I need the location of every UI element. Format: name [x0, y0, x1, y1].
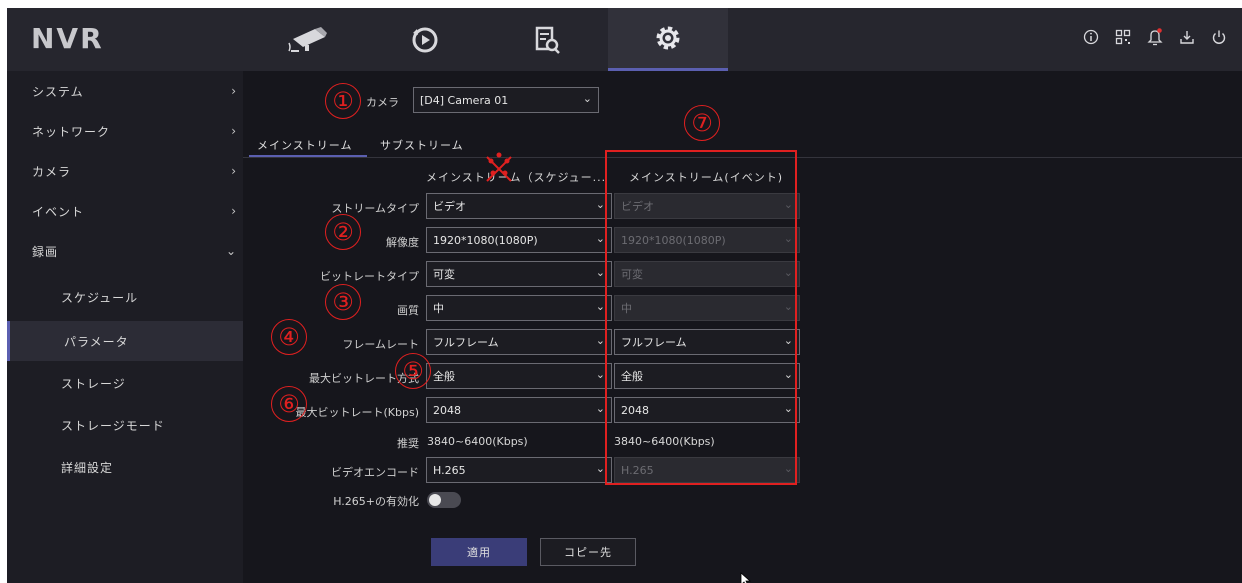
camera-select-value: [D4] Camera 01 [420, 93, 509, 107]
sidebar-item-label: システム [32, 84, 84, 99]
copy-to-button[interactable]: コピー先 [540, 538, 636, 566]
h265plus-label: H.265+の有効化 [333, 495, 419, 508]
mouse-cursor-icon [740, 572, 752, 583]
annotation-cross-mark [486, 152, 512, 182]
chevron-down-icon: ⌄ [595, 462, 605, 475]
chevron-down-icon: ⌄ [582, 92, 592, 105]
nav-search[interactable] [487, 8, 607, 71]
annotation-7: ⑦ [684, 105, 720, 141]
sidebar-item-advanced[interactable]: 詳細設定 [7, 447, 243, 487]
chevron-down-icon: ⌄ [595, 402, 605, 415]
sidebar-item-record[interactable]: 録画 ⌄ [7, 231, 243, 271]
sidebar-item-system[interactable]: システム › [7, 71, 243, 111]
annotation-4: ④ [271, 319, 307, 355]
playback-icon [412, 27, 438, 52]
tab-active-underline [249, 155, 367, 157]
max-bitrate-mode-select[interactable]: 全般 ⌄ [426, 363, 612, 389]
chevron-down-icon: ⌄ [225, 244, 237, 258]
info-icon[interactable] [1082, 28, 1100, 46]
sidebar-item-parameters[interactable]: パラメータ [7, 321, 243, 361]
recommended-value: 3840~6400(Kbps) [427, 435, 528, 448]
select-value: ビデオ [433, 200, 466, 213]
select-value: 2048 [433, 403, 461, 417]
sidebar-item-storage-mode[interactable]: ストレージモード [7, 405, 243, 445]
bitrate-type-label: ビットレートタイプ [320, 270, 419, 283]
stream-type-select[interactable]: ビデオ ⌄ [426, 193, 612, 219]
select-value: フルフレーム [433, 336, 499, 349]
sidebar-item-event[interactable]: イベント › [7, 191, 243, 231]
settings-icon [656, 26, 680, 50]
sidebar-item-label: 詳細設定 [61, 460, 114, 475]
resolution-select[interactable]: 1920*1080(1080P) ⌄ [426, 227, 612, 253]
chevron-right-icon: › [231, 124, 237, 138]
camera-icon [288, 26, 327, 52]
sidebar-item-label: 録画 [32, 244, 59, 259]
chevron-down-icon: ⌄ [595, 334, 605, 347]
bell-icon[interactable] [1146, 28, 1164, 46]
recommended-label: 推奨 [397, 437, 419, 450]
download-icon[interactable] [1178, 28, 1196, 46]
quality-select[interactable]: 中 ⌄ [426, 295, 612, 321]
bitrate-type-select[interactable]: 可変 ⌄ [426, 261, 612, 287]
sidebar-item-label: スケジュール [61, 290, 139, 305]
sidebar-item-network[interactable]: ネットワーク › [7, 111, 243, 151]
chevron-right-icon: › [231, 204, 237, 218]
select-value: 全般 [433, 370, 455, 383]
sidebar-item-camera[interactable]: カメラ › [7, 151, 243, 191]
nav-live-view[interactable] [249, 8, 369, 71]
settings-sidebar: システム › ネットワーク › カメラ › イベント › 録画 ⌄ スケジュール パラメー… [7, 71, 243, 583]
sidebar-item-label: イベント [32, 204, 85, 219]
top-bar: NVR [7, 8, 1242, 71]
search-icon [535, 26, 560, 54]
app-logo: NVR [31, 22, 104, 55]
power-icon[interactable] [1210, 28, 1228, 46]
max-bitrate-select[interactable]: 2048 ⌄ [426, 397, 612, 423]
annotation-5: ⑤ [395, 353, 431, 389]
chevron-down-icon: ⌄ [595, 368, 605, 381]
annotation-3: ③ [325, 284, 361, 320]
camera-select[interactable]: [D4] Camera 01 ⌄ [413, 87, 599, 113]
h265plus-toggle[interactable] [427, 492, 461, 508]
chevron-down-icon: ⌄ [595, 232, 605, 245]
top-right-icons [1082, 28, 1228, 46]
annotation-6: ⑥ [271, 386, 307, 422]
select-value: 中 [433, 302, 444, 315]
select-value: H.265 [433, 463, 466, 477]
sidebar-item-label: パラメータ [64, 334, 129, 349]
chevron-down-icon: ⌄ [595, 266, 605, 279]
sidebar-item-label: カメラ [32, 164, 72, 179]
video-encode-select[interactable]: H.265 ⌄ [426, 457, 612, 483]
frame-rate-select[interactable]: フルフレーム ⌄ [426, 329, 612, 355]
annotation-2: ② [325, 214, 361, 250]
select-value: 1920*1080(1080P) [433, 233, 538, 247]
qr-icon[interactable] [1114, 28, 1132, 46]
nvr-app: NVR システム › ネットワーク › カメラ › イベント › 録画 ⌄ スケ… [7, 8, 1242, 583]
nav-playback[interactable] [365, 8, 485, 71]
toggle-knob [429, 494, 441, 506]
tab-main-stream[interactable]: メインストリーム [257, 137, 352, 153]
annotation-1: ① [325, 83, 361, 119]
tab-sub-stream[interactable]: サブストリーム [380, 137, 464, 153]
sidebar-item-label: ストレージ [61, 376, 126, 391]
apply-button[interactable]: 適用 [431, 538, 527, 566]
chevron-right-icon: › [231, 84, 237, 98]
sidebar-item-label: ネットワーク [32, 124, 111, 139]
chevron-down-icon: ⌄ [595, 198, 605, 211]
parameters-panel: カメラ [D4] Camera 01 ⌄ メインストリーム サブストリーム メイ… [243, 71, 1242, 583]
annotation-highlight-box [605, 150, 797, 485]
sidebar-item-label: ストレージモード [61, 418, 165, 433]
nav-settings[interactable] [608, 8, 728, 71]
chevron-right-icon: › [231, 164, 237, 178]
sidebar-item-storage[interactable]: ストレージ [7, 363, 243, 403]
video-encode-label: ビデオエンコード [331, 466, 419, 479]
chevron-down-icon: ⌄ [595, 300, 605, 313]
sidebar-item-schedule[interactable]: スケジュール [7, 277, 243, 317]
select-value: 可変 [433, 268, 455, 281]
